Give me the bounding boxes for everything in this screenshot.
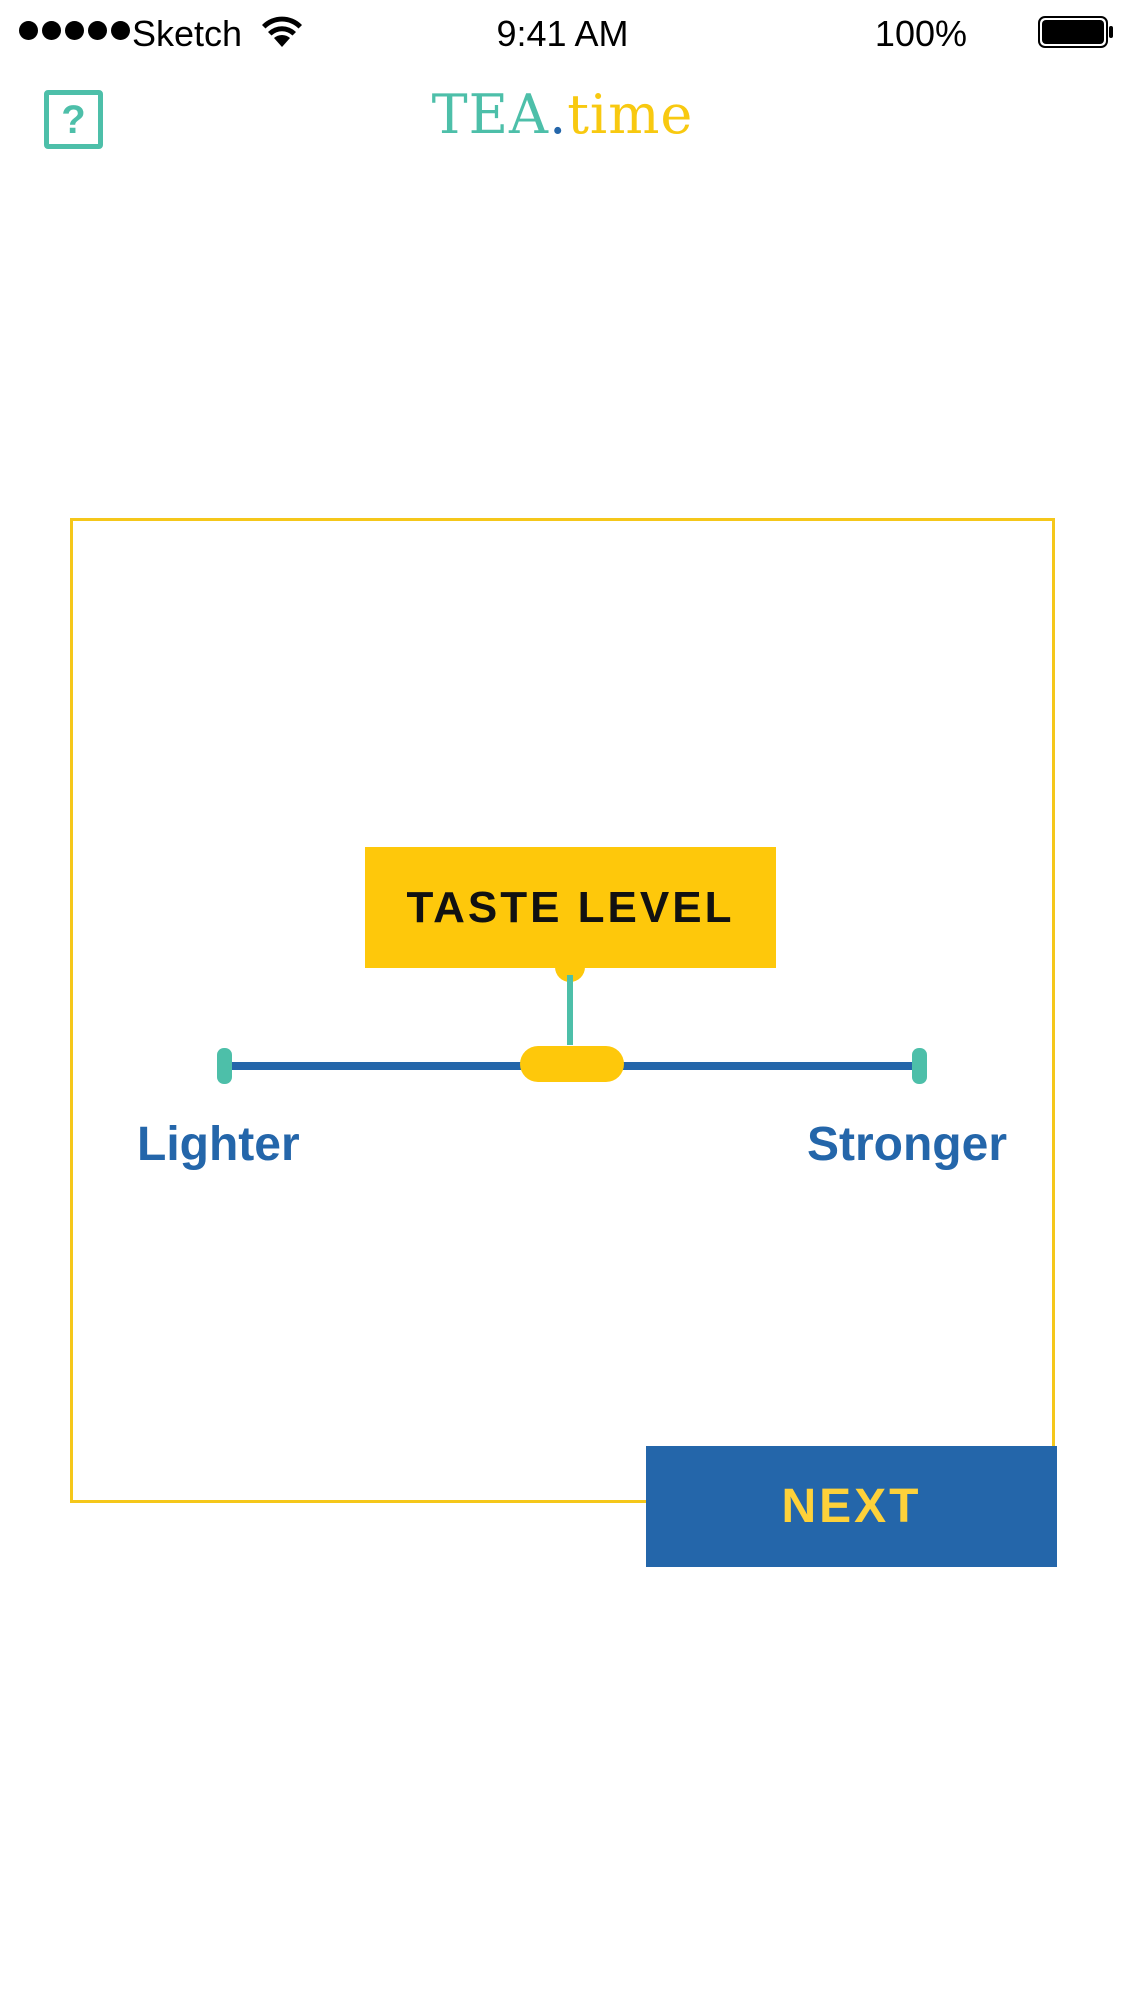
next-button[interactable]: NEXT bbox=[646, 1446, 1057, 1567]
logo-time: time bbox=[567, 83, 694, 146]
taste-level-title: TASTE LEVEL bbox=[406, 882, 735, 932]
logo-dot: . bbox=[549, 83, 568, 146]
status-bar: Sketch 9:41 AM 100% bbox=[0, 0, 1125, 66]
taste-level-label: TASTE LEVEL bbox=[365, 847, 776, 968]
battery-icon bbox=[1038, 16, 1113, 48]
taste-slider-thumb[interactable] bbox=[520, 1046, 624, 1082]
slider-min-label: Lighter bbox=[137, 1118, 300, 1171]
slider-max-label: Stronger bbox=[806, 1118, 1007, 1171]
logo-tea: TEA bbox=[431, 83, 550, 146]
slider-max-marker bbox=[912, 1048, 927, 1084]
battery-percentage: 100% bbox=[874, 13, 967, 54]
label-connector-stem bbox=[567, 975, 573, 1045]
taste-level-screen: Sketch 9:41 AM 100% ? TEA.time TASTE LEV… bbox=[0, 0, 1125, 2001]
next-button-label: NEXT bbox=[781, 1479, 922, 1533]
app-logo: TEA.time bbox=[0, 80, 1125, 150]
card-frame bbox=[70, 518, 1055, 1503]
slider-min-marker bbox=[217, 1048, 232, 1084]
